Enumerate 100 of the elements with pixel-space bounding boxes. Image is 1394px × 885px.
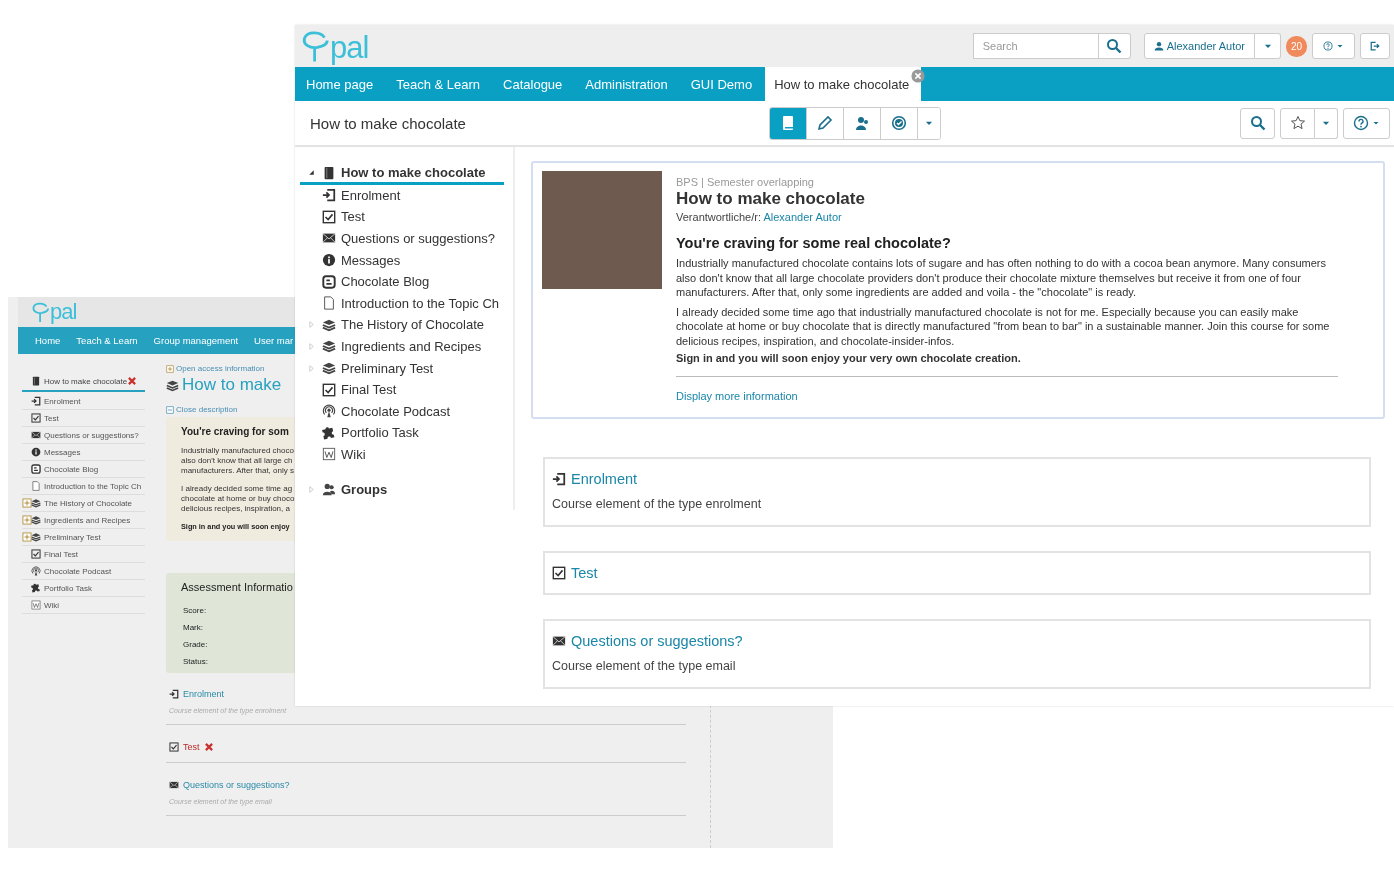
envelope-icon xyxy=(322,231,336,246)
tree-item[interactable]: Portfolio Task xyxy=(300,423,504,446)
course-meta: BPS | Semester overlapping xyxy=(676,176,815,188)
tree-item[interactable]: Test xyxy=(22,410,145,427)
tree-item[interactable]: Test xyxy=(300,207,504,230)
element-link[interactable]: Questions or suggestions? xyxy=(183,780,290,790)
element-link[interactable]: Test xyxy=(571,565,598,581)
tree-item[interactable]: How to make chocolate xyxy=(22,372,145,392)
blog-icon xyxy=(322,274,336,289)
layers-icon xyxy=(31,532,41,542)
collapsed-triangle-icon xyxy=(306,320,316,330)
close-icon xyxy=(911,69,926,83)
mode-button[interactable] xyxy=(770,107,807,139)
user-icon xyxy=(1153,41,1164,51)
description-text: also don't know that all large ch xyxy=(181,456,293,466)
search-icon xyxy=(1249,115,1266,131)
help-icon xyxy=(1353,115,1369,131)
tree-item[interactable]: Ingredients and Recipes xyxy=(22,512,145,529)
logout-button[interactable] xyxy=(1360,33,1390,59)
layers-icon xyxy=(31,498,41,508)
tree-item[interactable]: Chocolate Blog xyxy=(22,461,145,478)
tree-item[interactable]: Questions or suggestions? xyxy=(300,229,504,251)
tree-item[interactable]: How to make chocolate xyxy=(300,163,504,185)
tree-item[interactable]: Chocolate Podcast xyxy=(22,563,145,580)
description-heading: You're craving for som xyxy=(181,426,289,437)
page-title: How to make chocolate xyxy=(310,114,467,132)
layers-icon xyxy=(31,515,41,525)
course-title: How to make xyxy=(182,375,282,395)
help-icon xyxy=(1323,41,1333,51)
tree-item[interactable]: Ingredients and Recipes xyxy=(300,337,504,359)
tree-item[interactable]: Chocolate Podcast xyxy=(300,401,504,424)
logo-text: pal xyxy=(50,301,77,323)
tree-item[interactable]: Enrolment xyxy=(22,393,145,410)
caret-icon xyxy=(1336,42,1344,50)
tree-item[interactable]: Enrolment xyxy=(300,186,504,208)
description-text: Industrially manufactured chocolate contains lots of sugare and has often nothing to do with a cocoa bean anymore. Many consumers also don't know that all large chocolate providers don't produce their chocolate mixture themselves but receive it from one of four manufacturers. After that, only some ingredients are added and voila - the "chocolate" is ready. xyxy=(676,256,1327,300)
tree-item[interactable]: Wiki xyxy=(300,445,504,467)
pencil-icon xyxy=(817,115,833,131)
sign-in-icon xyxy=(322,188,336,203)
tree-item[interactable]: Messages xyxy=(300,250,504,273)
group-icon xyxy=(322,482,336,497)
help-button[interactable] xyxy=(1343,107,1390,139)
element-link[interactable]: Test xyxy=(183,742,200,752)
element-description: Course element of the type email xyxy=(552,659,737,673)
search-icon xyxy=(1106,38,1123,54)
checkbox-icon xyxy=(322,209,336,224)
logo-text: pal xyxy=(330,33,369,63)
field-label: Score: xyxy=(182,605,207,617)
search-button[interactable] xyxy=(1098,33,1131,59)
tree-item[interactable]: Introduction to the Topic Ch xyxy=(300,293,504,316)
owner-label: Verantwortliche/r: xyxy=(676,211,761,223)
tree-item[interactable]: Wiki xyxy=(22,597,145,614)
tree-item[interactable]: Preliminary Test xyxy=(300,358,504,381)
cross-icon xyxy=(127,376,138,386)
tree-item[interactable]: Final Test xyxy=(22,546,145,563)
element-description: Course element of the type enrolment xyxy=(552,497,763,511)
user-menu-button[interactable]: Alexander Autor xyxy=(1143,33,1255,59)
layers-icon xyxy=(322,317,336,332)
owner-link[interactable]: Alexander Autor xyxy=(763,211,842,223)
checkbox-icon xyxy=(322,382,336,397)
wiki-icon xyxy=(322,447,336,462)
bookmark-button[interactable] xyxy=(1280,107,1315,139)
book-icon xyxy=(780,115,796,131)
tree-item[interactable]: Introduction to the Topic Ch xyxy=(22,478,145,495)
logout-icon xyxy=(1370,41,1380,51)
speech-bubble-icon xyxy=(32,301,50,323)
puzzle-icon xyxy=(322,425,336,440)
element-link[interactable]: Questions or suggestions? xyxy=(571,633,743,649)
collapsed-triangle-icon xyxy=(306,484,316,494)
tree-item[interactable]: Groups xyxy=(300,479,504,502)
sign-in-icon xyxy=(31,396,41,406)
tree-item[interactable]: The History of Chocolate xyxy=(22,495,145,512)
description-text: delicious recipes, inspiration, a xyxy=(181,504,290,514)
close-button[interactable] xyxy=(911,69,926,83)
plus-box-icon xyxy=(22,515,32,525)
book-icon xyxy=(31,376,41,386)
envelope-icon xyxy=(31,430,41,440)
podcast-icon xyxy=(31,566,41,576)
tree-item[interactable]: The History of Chocolate xyxy=(300,315,504,338)
search-field[interactable]: Search xyxy=(972,33,1099,59)
tree-item[interactable]: Preliminary Test xyxy=(22,529,145,546)
tree-item[interactable]: Final Test xyxy=(300,380,504,402)
layers-icon xyxy=(322,339,336,354)
field-label: Status: xyxy=(182,656,208,668)
element-link[interactable]: Enrolment xyxy=(183,689,225,699)
collapsed-triangle-icon xyxy=(306,363,316,373)
check-circle-icon xyxy=(891,115,907,131)
tree-item[interactable]: Messages xyxy=(22,444,145,461)
tab[interactable]: How to make chocolate xyxy=(765,67,922,101)
more-information-link[interactable]: Display more information xyxy=(676,390,798,402)
tree-item[interactable]: Questions or suggestions? xyxy=(22,427,145,444)
sign-in-icon xyxy=(169,689,179,699)
layers-icon xyxy=(322,361,336,376)
search-button[interactable] xyxy=(1240,107,1275,139)
cross-icon xyxy=(203,742,214,752)
tree-item[interactable]: Portfolio Task xyxy=(22,580,145,597)
puzzle-icon xyxy=(31,583,41,593)
wiki-icon xyxy=(31,600,41,610)
tree-item[interactable]: Chocolate Blog xyxy=(300,272,504,294)
element-link[interactable]: Enrolment xyxy=(571,471,638,487)
